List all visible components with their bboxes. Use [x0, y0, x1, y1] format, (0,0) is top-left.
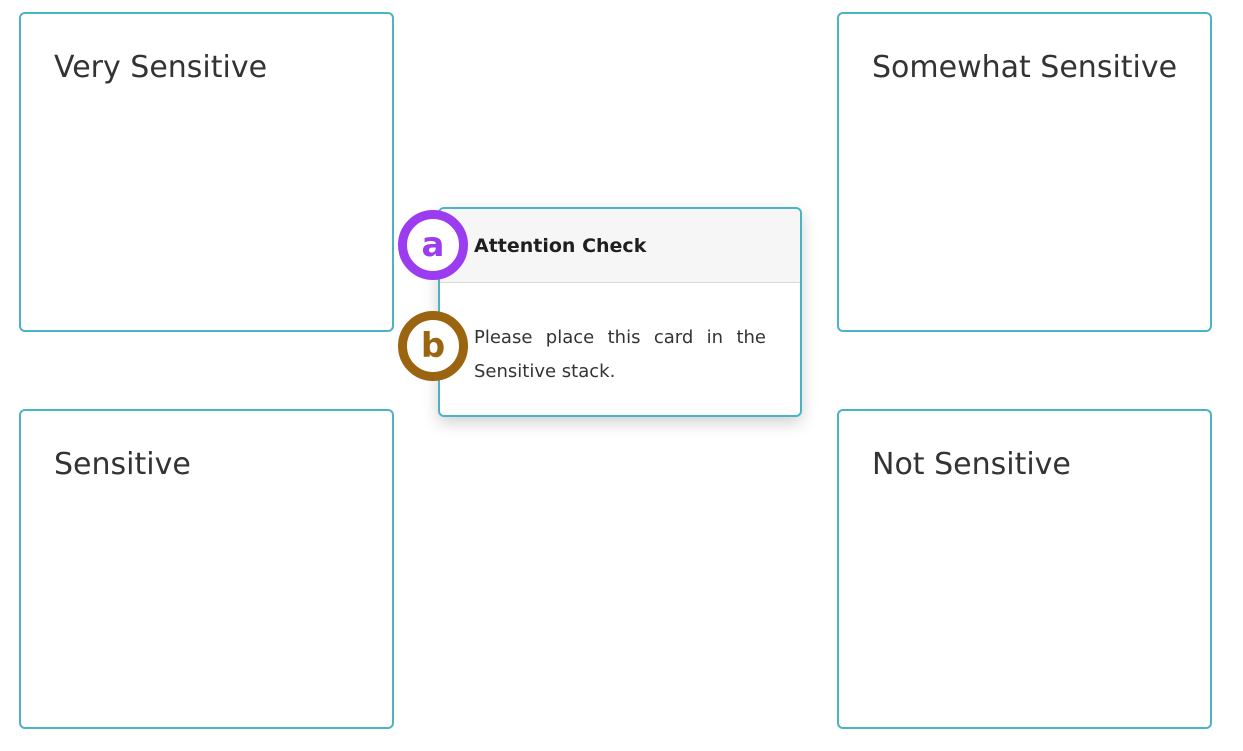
attention-check-card[interactable]: Attention Check Please place this card i… [438, 207, 802, 417]
stack-very-sensitive[interactable]: Very Sensitive [19, 12, 394, 332]
annotation-marker-a: a [398, 210, 468, 280]
stack-title: Very Sensitive [54, 50, 268, 85]
stack-title: Sensitive [54, 447, 191, 482]
stack-sensitive[interactable]: Sensitive [19, 409, 394, 729]
card-header: Attention Check [440, 209, 800, 283]
stack-title: Not Sensitive [872, 447, 1071, 482]
card-sort-board: Very Sensitive Somewhat Sensitive Sensit… [0, 0, 1243, 751]
stack-somewhat-sensitive[interactable]: Somewhat Sensitive [837, 12, 1212, 332]
card-title: Attention Check [474, 234, 647, 257]
annotation-marker-b: b [398, 311, 468, 381]
card-body: Please place this card in the Sensitive … [474, 327, 766, 382]
stack-title: Somewhat Sensitive [872, 50, 1178, 85]
stack-not-sensitive[interactable]: Not Sensitive [837, 409, 1212, 729]
